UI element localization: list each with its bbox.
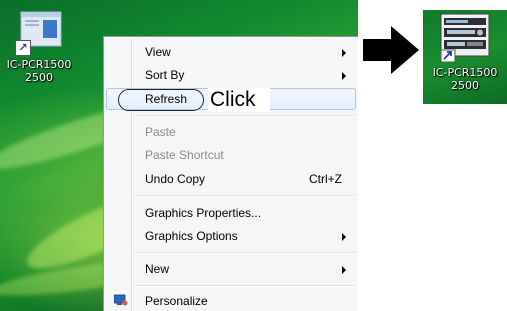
menu-separator xyxy=(135,115,355,117)
menu-item-label: Graphics Options xyxy=(145,229,238,243)
application-window-icon: ↗ xyxy=(13,10,65,56)
personalize-icon xyxy=(114,294,128,306)
menu-item-label: Paste xyxy=(145,125,176,139)
menu-item-label: Sort By xyxy=(145,68,185,82)
menu-item-view[interactable]: View xyxy=(106,41,356,63)
menu-separator xyxy=(135,252,355,254)
menu-item-label: Paste Shortcut xyxy=(145,148,224,162)
result-desktop-icon[interactable]: IC-PCR1500 2500 xyxy=(423,10,507,104)
menu-item-label: Personalize xyxy=(145,294,208,308)
menu-item-label: Undo Copy xyxy=(145,172,206,186)
click-annotation: Click xyxy=(208,88,270,112)
menu-item-paste: Paste xyxy=(106,121,356,143)
refresh-highlight-oval xyxy=(118,89,204,111)
menu-item-personalize[interactable]: Personalize xyxy=(106,290,356,311)
menu-item-label: New xyxy=(145,262,170,276)
submenu-arrow-icon xyxy=(342,233,346,241)
menu-item-new[interactable]: New xyxy=(106,258,356,280)
menu-item-label: View xyxy=(145,45,171,59)
submenu-arrow-icon xyxy=(342,49,346,57)
menu-item-graphics-options[interactable]: Graphics Options xyxy=(106,225,356,247)
desktop-icon-label: IC-PCR1500 2500 xyxy=(6,58,72,84)
menu-item-shortcut: Ctrl+Z xyxy=(309,172,342,186)
context-menu: View Sort By Refresh Paste Paste Shortcu… xyxy=(103,36,358,311)
result-icon-label: IC-PCR1500 2500 xyxy=(432,66,498,92)
menu-separator xyxy=(135,195,355,197)
desktop-background[interactable]: ↗ IC-PCR1500 2500 View Sort By Refresh P… xyxy=(0,0,358,311)
submenu-arrow-icon xyxy=(342,266,346,274)
menu-item-undo-copy[interactable]: Undo Copy Ctrl+Z xyxy=(106,168,356,190)
submenu-arrow-icon xyxy=(342,72,346,80)
menu-item-sort-by[interactable]: Sort By xyxy=(106,64,356,86)
menu-item-graphics-properties[interactable]: Graphics Properties... xyxy=(106,202,356,224)
menu-item-paste-shortcut: Paste Shortcut xyxy=(106,144,356,166)
menu-separator xyxy=(135,285,355,287)
desktop-shortcut-icon[interactable]: ↗ IC-PCR1500 2500 xyxy=(4,4,74,84)
shortcut-arrow-icon: ↗ xyxy=(15,40,31,56)
menu-item-label: Graphics Properties... xyxy=(145,206,262,220)
receiver-device-icon xyxy=(440,13,490,63)
right-arrow-icon xyxy=(363,26,419,74)
